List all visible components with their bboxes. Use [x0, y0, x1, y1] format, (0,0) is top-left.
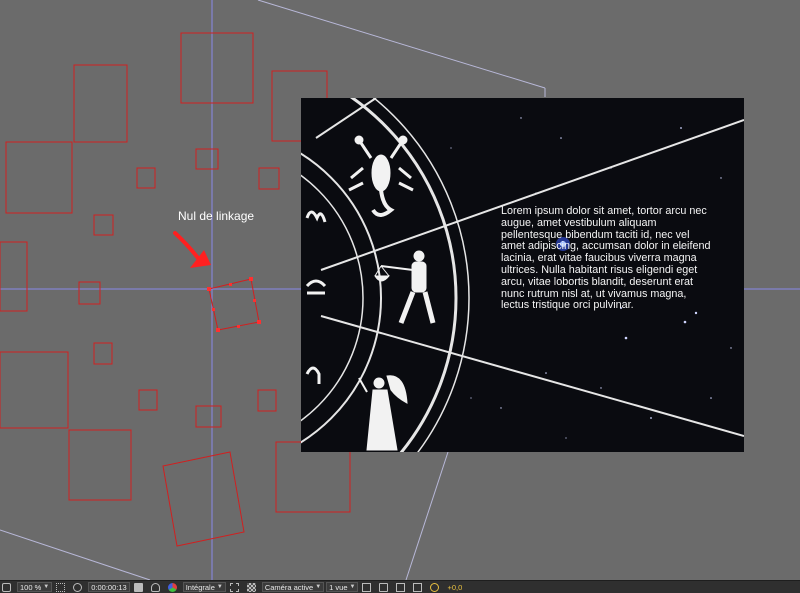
- exposure-field[interactable]: +0,0: [445, 582, 464, 592]
- layer-outline[interactable]: [0, 351, 69, 429]
- exposure-icon: [430, 582, 440, 592]
- person-icon: [150, 582, 160, 592]
- layer-outline[interactable]: [136, 167, 156, 189]
- mask-icon: [73, 582, 83, 592]
- camera-value: Caméra active: [264, 582, 314, 592]
- zoom-value: 100 %: [20, 582, 42, 592]
- layer-outline[interactable]: [180, 32, 254, 104]
- null-handle[interactable]: [212, 308, 215, 311]
- camera-icon: [133, 582, 143, 592]
- layer-outline[interactable]: [138, 389, 158, 411]
- layer-bound-bottom: [0, 529, 151, 580]
- mask-visibility-button[interactable]: [71, 582, 86, 592]
- composition-frame[interactable]: Lorem ipsum dolor sit amet, tortor arcu …: [301, 98, 744, 452]
- flowchart-icon: [413, 582, 423, 592]
- pixel-aspect-button[interactable]: [360, 582, 375, 592]
- layer-outline[interactable]: [5, 141, 73, 214]
- null-handle[interactable]: [249, 277, 253, 281]
- view-layout-dropdown[interactable]: 1 vue ▼: [326, 582, 359, 592]
- inner-ring-signs: [305, 210, 327, 384]
- layer-outline[interactable]: [162, 451, 245, 547]
- always-preview-toggle[interactable]: [0, 582, 15, 592]
- layer-outline[interactable]: [275, 441, 351, 513]
- null-handle[interactable]: [237, 325, 240, 328]
- chevron-down-icon: ▼: [315, 584, 322, 590]
- layer-outline[interactable]: [195, 148, 219, 170]
- lightning-icon: [379, 582, 389, 592]
- transparency-grid-button[interactable]: [245, 582, 260, 592]
- show-snapshot-button[interactable]: [149, 582, 164, 592]
- region-icon: [229, 582, 239, 592]
- camera-view-dropdown[interactable]: Caméra active ▼: [261, 582, 325, 592]
- reset-exposure-button[interactable]: [428, 582, 443, 592]
- annotation-arrow: [173, 231, 203, 264]
- viewer-toolbar: 100 % ▼ 0:00:00:13 Intégrale ▼ Caméra acti…: [0, 580, 800, 593]
- fast-previews-button[interactable]: [377, 582, 392, 592]
- layer-outline[interactable]: [68, 429, 132, 501]
- resolution-value: Intégrale: [185, 582, 215, 592]
- layer-outline[interactable]: [258, 167, 280, 190]
- show-channel-button[interactable]: [166, 582, 181, 592]
- layer-outline[interactable]: [78, 281, 101, 305]
- layer-outline[interactable]: [0, 241, 28, 312]
- region-of-interest-button[interactable]: [228, 582, 243, 592]
- checkerboard-icon: [246, 582, 256, 592]
- chevron-down-icon: ▼: [349, 584, 356, 590]
- layer-outline[interactable]: [93, 342, 113, 365]
- current-time-field[interactable]: 0:00:00:13: [88, 582, 130, 592]
- timecode-value: 0:00:00:13: [91, 582, 127, 592]
- layer-outline[interactable]: [73, 64, 128, 143]
- virgo-sign: [358, 375, 408, 451]
- color-channel-icon: [167, 582, 177, 592]
- null-handle[interactable]: [207, 287, 211, 291]
- libra-sign: [374, 250, 436, 324]
- zoom-dropdown[interactable]: 100 % ▼: [17, 582, 53, 592]
- null-handle[interactable]: [216, 328, 220, 332]
- snapshot-button[interactable]: [132, 582, 147, 592]
- composition-viewer[interactable]: Nul de linkage Lorem ipsum dolor sit ame…: [0, 0, 800, 580]
- timeline-icon: [396, 582, 406, 592]
- null-handle[interactable]: [229, 283, 232, 286]
- null-annotation-label: Nul de linkage: [178, 209, 255, 223]
- chevron-down-icon: ▼: [43, 584, 50, 590]
- layer-bound-right: [405, 451, 449, 580]
- flowchart-button[interactable]: [411, 582, 426, 592]
- timeline-button[interactable]: [394, 582, 409, 592]
- grid-icon: [56, 582, 66, 592]
- title-action-safe-button[interactable]: [54, 582, 69, 592]
- composition-text-layer[interactable]: Lorem ipsum dolor sit amet, tortor arcu …: [501, 205, 737, 312]
- layer-outline[interactable]: [195, 405, 222, 428]
- layer-outline[interactable]: [93, 214, 114, 236]
- exposure-value: +0,0: [447, 582, 463, 592]
- null-layer-outline[interactable]: [208, 278, 260, 331]
- layer-bound-top: [257, 0, 546, 89]
- view-value: 1 vue: [329, 582, 348, 592]
- pixel-aspect-icon: [362, 582, 372, 592]
- preview-icon: [2, 582, 11, 592]
- null-handle[interactable]: [253, 299, 256, 302]
- chevron-down-icon: ▼: [216, 584, 223, 590]
- layer-outline[interactable]: [257, 389, 277, 412]
- resolution-dropdown[interactable]: Intégrale ▼: [182, 582, 226, 592]
- null-handle[interactable]: [257, 320, 261, 324]
